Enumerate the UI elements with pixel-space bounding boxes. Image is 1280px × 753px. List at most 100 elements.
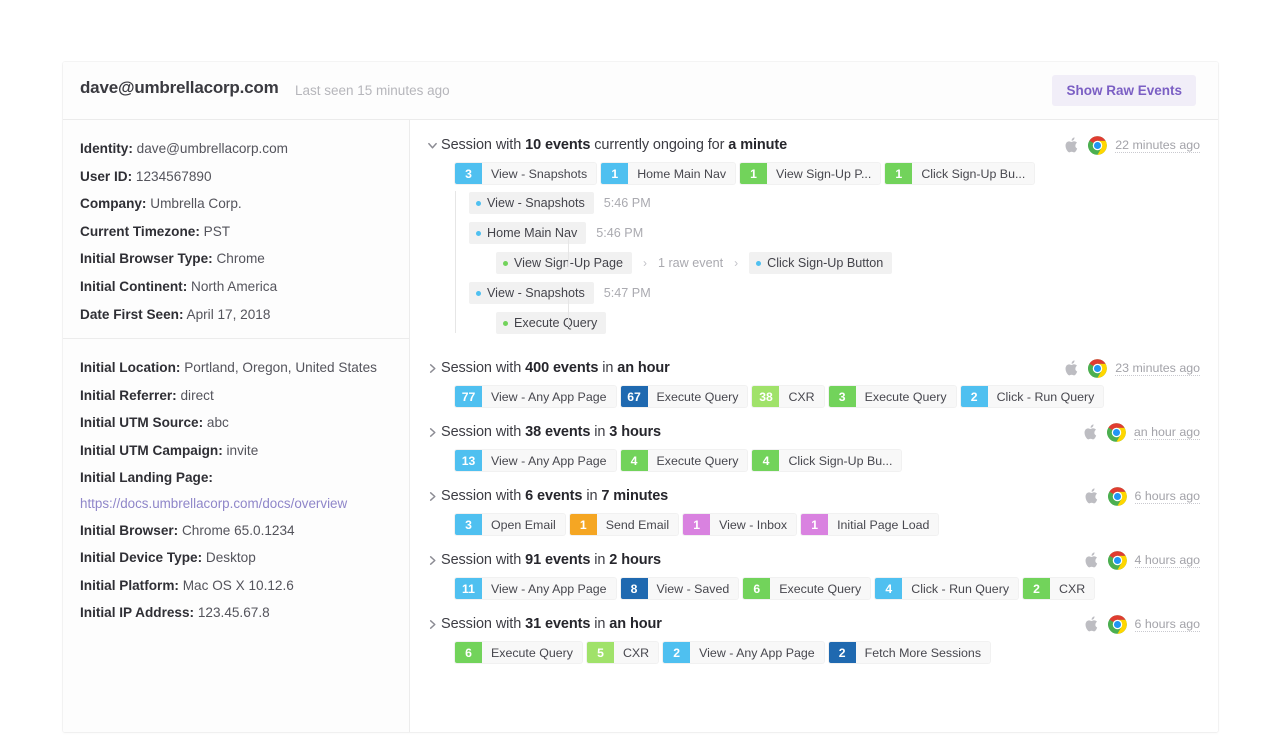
session-timestamp-link[interactable]: 4 hours ago [1134,553,1200,568]
event-summary-chip[interactable]: 77 View - Any App Page [455,386,616,407]
event-summary-chip[interactable]: 1 View Sign-Up P... [740,163,881,184]
session-title-mid: in [598,360,618,376]
session-meta: 22 minutes ago [1065,135,1200,155]
event-tag[interactable]: Click Sign-Up Button [749,252,893,274]
session-timestamp-link[interactable]: 22 minutes ago [1115,138,1200,153]
chip-label: View - Any App Page [482,578,616,599]
event-summary-chip[interactable]: 13 View - Any App Page [455,450,616,471]
session-title-prefix: Session with [441,137,526,153]
session-timestamp-link[interactable]: 23 minutes ago [1115,361,1200,376]
session-duration: a minute [728,137,788,153]
session-title-prefix: Session with [441,360,526,376]
chip-count: 2 [828,642,856,663]
chevron-right-icon [424,555,441,566]
session-timestamp-link[interactable]: 6 hours ago [1134,617,1200,632]
session-block: Session with 38 events in 3 hours an hour… [410,419,1218,471]
event-tag-label: Execute Query [514,316,598,330]
last-seen-label: Last seen 15 minutes ago [295,83,450,98]
session-title-mid: in [582,488,602,504]
session-header-row[interactable]: Session with 10 events currently ongoing… [424,132,1218,158]
chip-count: 4 [620,450,648,471]
event-summary-chip[interactable]: 3 View - Snapshots [455,163,597,184]
event-summary-chip[interactable]: 2 Fetch More Sessions [828,642,991,663]
page-title: dave@umbrellacorp.com [80,78,279,97]
tree-sub-guide-line [568,235,569,267]
event-summary-chip[interactable]: 8 View - Saved [620,578,739,599]
session-title-mid: in [590,616,610,632]
event-tag[interactable]: View - Snapshots [469,192,594,214]
event-summary-chip[interactable]: 4 Click Sign-Up Bu... [752,450,902,471]
event-summary-chip[interactable]: 2 View - Any App Page [663,642,824,663]
attribute-value: Portland, Oregon, United States [184,360,377,376]
attribute-label: Initial Continent: [80,278,188,294]
chrome-icon [1088,135,1108,155]
chip-count: 77 [455,386,482,407]
attribute-row: Company: Umbrella Corp. [80,190,409,218]
page-root: dave@umbrellacorp.com Last seen 15 minut… [0,0,1280,753]
event-timestamp: 5:46 PM [596,226,644,240]
chevron-right-icon [424,427,441,438]
show-raw-events-button[interactable]: Show Raw Events [1052,75,1196,106]
event-summary-chip[interactable]: 1 Home Main Nav [601,163,736,184]
event-summary-chip[interactable]: 6 Execute Query [743,578,871,599]
event-summary-chip[interactable]: 3 Open Email [455,514,565,535]
chip-count: 4 [875,578,903,599]
session-header-row[interactable]: Session with 400 events in an hour 23 min… [424,355,1218,381]
landing-page-link[interactable]: https://docs.umbrellacorp.com/docs/overv… [80,496,347,511]
session-duration: an hour [609,616,662,632]
session-event-count: 10 events [525,137,591,153]
session-title-prefix: Session with [441,424,526,440]
event-summary-chip[interactable]: 1 Click Sign-Up Bu... [885,163,1035,184]
event-tag-label: Home Main Nav [487,226,578,240]
event-summary-chip[interactable]: 5 CXR [586,642,659,663]
session-header-row[interactable]: Session with 6 events in 7 minutes 6 hour… [424,483,1218,509]
chrome-icon [1107,550,1127,570]
session-title-mid: currently ongoing for [590,137,729,153]
chip-count: 1 [683,514,711,535]
event-type-dot [503,320,508,326]
session-header-row[interactable]: Session with 31 events in an hour 6 hours… [424,611,1218,637]
event-summary-chip[interactable]: 2 CXR [1023,578,1095,599]
event-summary-chip[interactable]: 6 Execute Query [455,642,582,663]
attribute-label: Initial UTM Campaign: [80,442,223,458]
attribute-value: April 17, 2018 [186,306,271,322]
event-summary-chip[interactable]: 4 Click - Run Query [875,578,1019,599]
raw-event-count[interactable]: 1 raw event [658,256,723,270]
chip-count: 2 [663,642,691,663]
event-tag[interactable]: View Sign-Up Page [496,252,632,274]
event-summary-chip[interactable]: 67 Execute Query [620,386,748,407]
event-tag-label: View - Snapshots [487,196,585,210]
session-header-row[interactable]: Session with 91 events in 2 hours 4 hours… [424,547,1218,573]
chip-label: Send Email [596,514,679,535]
event-tag[interactable]: Execute Query [496,312,607,334]
session-title-mid: in [590,552,610,568]
event-timestamp: 5:46 PM [603,196,651,210]
chip-count: 4 [752,450,780,471]
event-summary-chip[interactable]: 2 Click - Run Query [960,386,1104,407]
attribute-value: Desktop [205,550,256,566]
session-duration: an hour [617,360,670,376]
event-summary-chip[interactable]: 1 Send Email [569,514,679,535]
event-summary-chip[interactable]: 1 View - Inbox [683,514,797,535]
apple-icon [1065,136,1080,154]
chevron-right-icon [424,619,441,630]
event-tag[interactable]: View - Snapshots [469,282,594,304]
attributes-group-acquisition: Initial Location: Portland, Oregon, Unit… [63,339,409,627]
event-summary-chip[interactable]: 3 Execute Query [828,386,956,407]
event-summary-chip[interactable]: 1 Initial Page Load [801,514,939,535]
session-header-row[interactable]: Session with 38 events in 3 hours an hour… [424,419,1218,445]
session-timestamp-link[interactable]: an hour ago [1133,425,1200,440]
event-summary-chip[interactable]: 4 Execute Query [620,450,748,471]
event-summary-chip[interactable]: 11 View - Any App Page [455,578,616,599]
session-title: Session with 31 events in an hour [441,616,662,632]
session-summary-chips: 77 View - Any App Page 67 Execute Query 38 CX… [455,386,1218,407]
session-title-prefix: Session with [441,616,526,632]
session-timestamp-link[interactable]: 6 hours ago [1134,489,1200,504]
event-summary-chip[interactable]: 38 CXR [752,386,824,407]
event-chain-arrow-icon: › [642,256,647,270]
attribute-label: Date First Seen: [80,306,184,322]
landing-page-block: Initial Landing Page: https://docs.umbrel… [80,465,409,517]
session-block: Session with 400 events in an hour 23 min… [410,355,1218,407]
card-header: dave@umbrellacorp.com Last seen 15 minut… [63,62,1218,120]
chrome-icon [1106,422,1126,442]
